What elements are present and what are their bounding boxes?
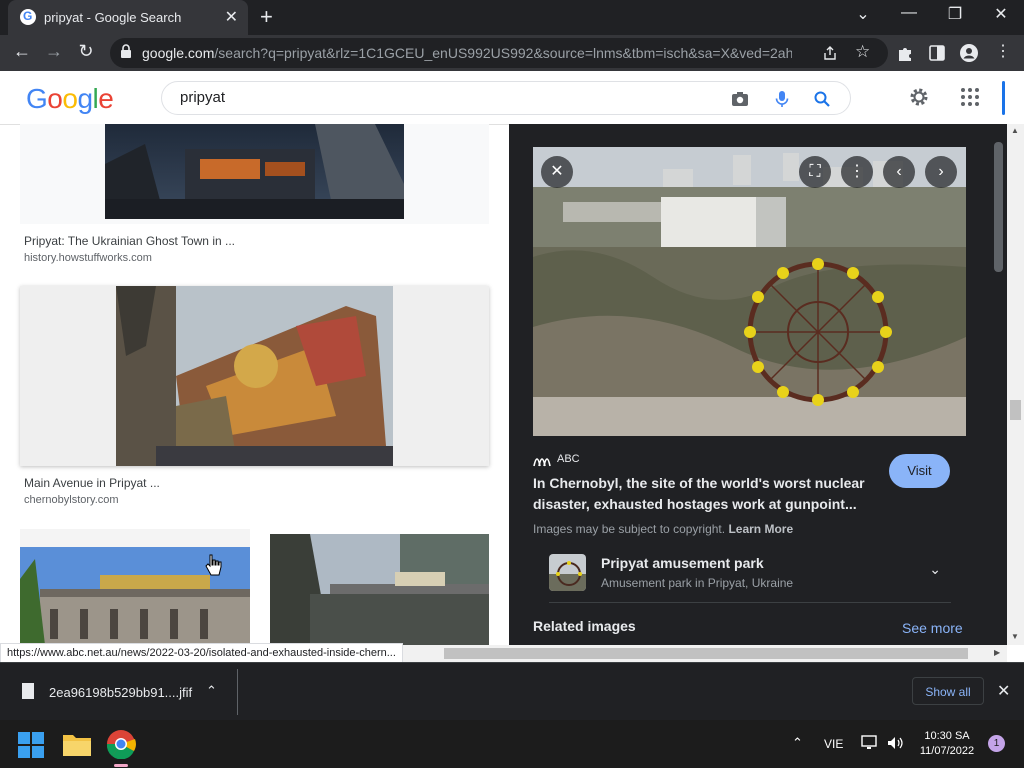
logo-letter: o	[47, 83, 63, 114]
result-title[interactable]: Pripyat: The Ukrainian Ghost Town in ...	[24, 234, 235, 248]
link-status-bar: https://www.abc.net.au/news/2022-03-20/i…	[0, 643, 403, 663]
show-all-button[interactable]: Show all	[912, 677, 984, 705]
result-image-main-avenue[interactable]	[116, 286, 393, 466]
reload-icon[interactable]: ↻	[74, 41, 98, 62]
account-edge-indicator	[1002, 81, 1005, 115]
expand-chevron-icon[interactable]: ⌄	[929, 561, 941, 578]
horizontal-scroll-thumb[interactable]	[444, 648, 968, 659]
entity-card[interactable]: Pripyat amusement park Amusement park in…	[549, 549, 951, 603]
panel-scroll-thumb[interactable]	[994, 142, 1003, 272]
preview-title[interactable]: In Chernobyl, the site of the world's wo…	[533, 473, 878, 515]
show-hidden-icons-chevron-icon[interactable]: ⌃	[792, 735, 803, 751]
hand-cursor-icon	[205, 554, 222, 576]
search-icon[interactable]	[812, 89, 832, 109]
chrome-menu-icon[interactable]: ⋮	[992, 41, 1014, 61]
volume-icon[interactable]	[886, 735, 904, 751]
lock-icon	[121, 44, 131, 58]
page-scrollbar[interactable]: ▲ ▼	[1007, 124, 1024, 645]
network-icon[interactable]	[861, 735, 879, 751]
result-site[interactable]: chernobylstory.com	[24, 494, 119, 506]
logo-letter: o	[62, 83, 78, 114]
back-arrow-icon[interactable]: ←	[10, 41, 34, 62]
browser-tab-strip: G pripyat - Google Search ✕ + ⌄ — ❐ ✕	[0, 0, 1024, 35]
extensions-puzzle-icon[interactable]	[896, 44, 914, 62]
address-bar[interactable]: google.com/search?q=pripyat&rlz=1C1GCEU_…	[110, 38, 888, 68]
download-filename[interactable]: 2ea96198b529bb91....jfif	[49, 685, 192, 700]
scroll-up-arrow-icon[interactable]: ▲	[1011, 126, 1019, 135]
clock-time: 10:30 SA	[924, 730, 970, 742]
entity-name: Pripyat amusement park	[601, 555, 764, 571]
voice-search-icon[interactable]	[772, 89, 792, 109]
google-header: Google	[0, 71, 1024, 125]
google-favicon-icon: G	[20, 9, 36, 25]
scroll-down-arrow-icon[interactable]: ▼	[1011, 632, 1019, 641]
lens-search-icon[interactable]: ⛶	[799, 156, 831, 188]
logo-letter: e	[98, 83, 114, 114]
logo-letter: G	[26, 83, 48, 114]
notification-badge[interactable]: 1	[988, 735, 1005, 752]
profile-icon[interactable]	[960, 44, 978, 62]
windows-start-icon[interactable]	[18, 732, 44, 758]
download-shelf: 2ea96198b529bb91....jfif ⌃ Show all ✕	[0, 662, 1024, 720]
file-icon	[22, 683, 34, 699]
active-tab[interactable]: G pripyat - Google Search ✕	[8, 0, 248, 35]
source-name[interactable]: ABC	[557, 453, 580, 465]
result-image-building-sign[interactable]	[20, 529, 250, 645]
chrome-icon[interactable]	[106, 729, 136, 759]
image-preview-panel: ✕ ⛶ ⋮ ‹ › ABC In Chernobyl, the site of …	[509, 124, 990, 645]
tab-title: pripyat - Google Search	[44, 10, 182, 25]
google-logo[interactable]: Google	[26, 83, 114, 115]
panel-scrollbar[interactable]	[990, 124, 1007, 645]
input-language[interactable]: VIE	[824, 737, 843, 751]
browser-toolbar: ← → ↻ google.com/search?q=pripyat&rlz=1C…	[0, 35, 1024, 71]
window-close-button[interactable]: ✕	[986, 4, 1016, 24]
tab-close-icon[interactable]: ✕	[225, 7, 238, 27]
windows-taskbar: ⌃ VIE 10:30 SA 11/07/2022 1	[0, 720, 1024, 768]
tab-search-icon[interactable]: ⌄	[848, 4, 878, 24]
learn-more-link[interactable]: Learn More	[728, 522, 793, 536]
bookmark-star-icon[interactable]: ☆	[855, 42, 870, 62]
next-image-icon[interactable]: ›	[925, 156, 957, 188]
result-title[interactable]: Main Avenue in Pripyat ...	[24, 476, 160, 490]
related-images-heading: Related images	[533, 618, 636, 634]
search-input[interactable]	[180, 89, 700, 106]
active-app-indicator	[114, 764, 128, 767]
copyright-notice: Images may be subject to copyright. Lear…	[533, 522, 794, 536]
result-site[interactable]: history.howstuffworks.com	[24, 252, 152, 264]
new-tab-button[interactable]: +	[260, 4, 273, 30]
url-text: google.com/search?q=pripyat&rlz=1C1GCEU_…	[142, 45, 792, 61]
see-more-link[interactable]: See more	[902, 620, 963, 636]
divider	[237, 669, 238, 715]
entity-description: Amusement park in Pripyat, Ukraine	[601, 576, 794, 590]
abc-logo-icon	[533, 458, 551, 467]
entity-thumbnail	[549, 554, 586, 591]
scroll-right-arrow-icon[interactable]: ▶	[994, 648, 1000, 657]
forward-arrow-icon[interactable]: →	[42, 41, 66, 62]
search-box	[161, 81, 851, 115]
clock-date: 11/07/2022	[919, 745, 975, 757]
restore-button[interactable]: ❐	[940, 4, 970, 24]
preview-image[interactable]	[533, 147, 966, 436]
google-apps-grid-icon[interactable]	[959, 86, 981, 108]
download-options-chevron-icon[interactable]: ⌃	[206, 683, 217, 699]
file-explorer-icon[interactable]	[62, 731, 92, 757]
side-panel-icon[interactable]	[929, 45, 945, 61]
result-image-ghost-town[interactable]	[105, 124, 404, 219]
close-preview-icon[interactable]: ✕	[541, 156, 573, 188]
camera-search-icon[interactable]	[730, 89, 750, 109]
previous-image-icon[interactable]: ‹	[883, 156, 915, 188]
page-scroll-thumb[interactable]	[1010, 400, 1021, 420]
settings-gear-icon[interactable]	[908, 86, 930, 108]
more-options-icon[interactable]: ⋮	[841, 156, 873, 188]
minimize-button[interactable]: —	[894, 4, 924, 22]
logo-letter: g	[77, 83, 93, 114]
system-clock[interactable]: 10:30 SA 11/07/2022	[912, 729, 982, 759]
result-image-pripyat-sign[interactable]	[270, 534, 489, 645]
share-icon[interactable]	[822, 45, 838, 61]
close-shelf-icon[interactable]: ✕	[997, 681, 1010, 701]
visit-button[interactable]: Visit	[889, 454, 950, 488]
